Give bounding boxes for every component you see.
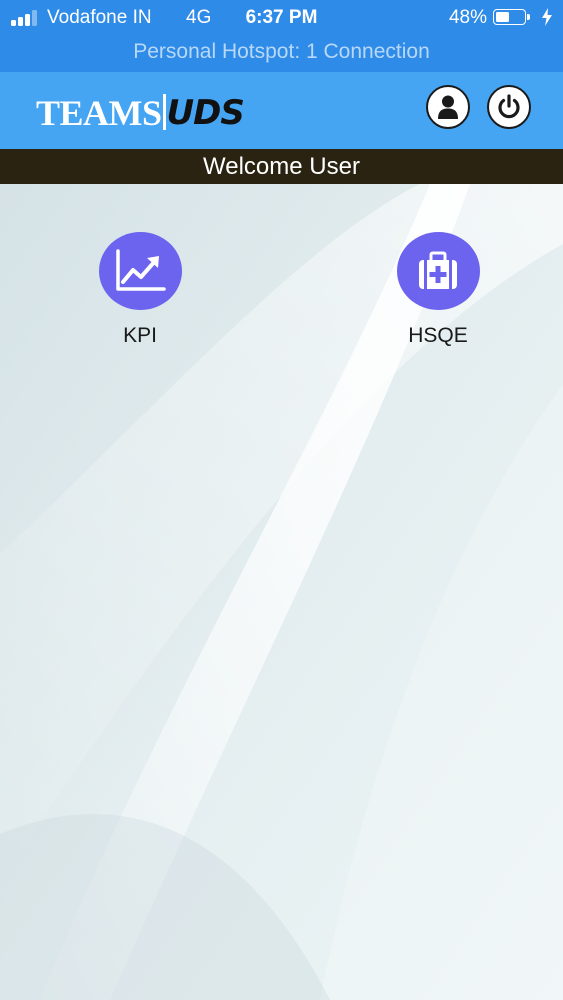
status-row: Vodafone IN 4G 6:37 PM 48% (0, 0, 563, 36)
battery-fill (496, 12, 509, 22)
app-logo: TEAMS UDS (36, 92, 245, 133)
app-header: TEAMS UDS (0, 72, 563, 149)
hotspot-banner[interactable]: Personal Hotspot: 1 Connection (0, 38, 563, 66)
profile-button[interactable] (426, 85, 470, 129)
user-icon (438, 95, 458, 119)
battery-icon (493, 9, 531, 27)
logout-button[interactable] (487, 85, 531, 129)
dashboard-content: KPI HSQE (0, 184, 563, 1000)
kpi-tile[interactable]: KPI (60, 232, 220, 349)
welcome-banner: Welcome User (0, 149, 563, 184)
status-bar: Vodafone IN 4G 6:37 PM 48% Personal Hots… (0, 0, 563, 72)
kpi-icon-circle (98, 232, 182, 310)
charging-bolt-icon (542, 8, 552, 26)
logo-text-teams: TEAMS (36, 93, 162, 133)
battery-percent: 48% (448, 7, 487, 28)
logo-divider (162, 94, 166, 130)
power-icon (498, 94, 520, 119)
hsqe-tile[interactable]: HSQE (358, 232, 518, 349)
kpi-label: KPI (123, 324, 157, 347)
medical-kit-icon (419, 251, 457, 289)
logo-text-uds: UDS (166, 93, 245, 133)
hsqe-icon-circle (396, 232, 480, 310)
chart-trend-icon (116, 249, 166, 291)
app-screen: Vodafone IN 4G 6:37 PM 48% Personal Hots… (0, 0, 563, 1000)
hsqe-label: HSQE (408, 324, 468, 347)
